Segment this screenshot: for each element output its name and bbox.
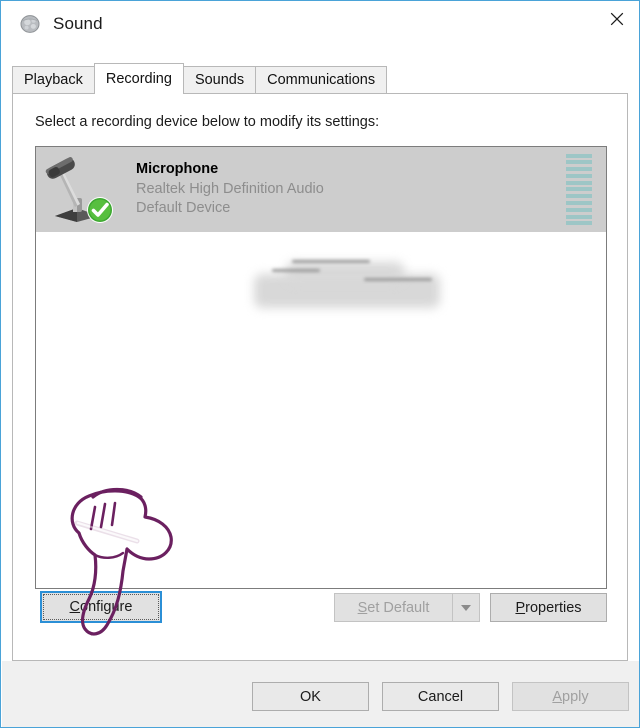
volume-meter <box>566 153 592 226</box>
device-name: Microphone <box>136 161 219 178</box>
tab-recording[interactable]: Recording <box>93 63 184 94</box>
chevron-down-icon <box>461 604 471 611</box>
configure-button-label: Configure <box>43 594 159 620</box>
configure-button[interactable]: Configure <box>40 591 162 623</box>
set-default-dropdown[interactable] <box>452 593 480 622</box>
cancel-button[interactable]: Cancel <box>382 682 499 711</box>
recording-tab-panel: Select a recording device below to modif… <box>12 93 628 661</box>
meter-segment <box>566 160 592 165</box>
ok-button-label: OK <box>300 688 321 705</box>
meter-segment <box>566 153 592 158</box>
configure-accel: C <box>69 599 81 615</box>
tab-playback-label: Playback <box>24 72 83 88</box>
tab-sounds[interactable]: Sounds <box>182 66 257 93</box>
meter-segment <box>566 187 592 192</box>
meter-segment <box>566 167 592 172</box>
meter-segment <box>566 180 592 185</box>
device-text-block: Microphone Realtek High Definition Audio… <box>136 160 566 218</box>
window-title: Sound <box>53 14 103 33</box>
tab-bar: Playback Recording Sounds Communications <box>12 63 388 94</box>
sound-speaker-icon <box>19 13 41 35</box>
cancel-button-label: Cancel <box>417 688 464 705</box>
meter-segment <box>566 207 592 212</box>
set-default-split-button[interactable]: Set Default <box>334 593 480 622</box>
set-default-label-rest: et Default <box>367 599 430 616</box>
apply-button: Apply <box>512 682 629 711</box>
recording-device-list[interactable]: Microphone Realtek High Definition Audio… <box>35 146 607 589</box>
microphone-icon <box>42 152 118 228</box>
redacted-list-item <box>254 252 444 314</box>
device-driver: Realtek High Definition Audio <box>136 180 324 197</box>
apply-label-rest: pply <box>562 688 589 705</box>
instruction-text: Select a recording device below to modif… <box>35 114 380 130</box>
dialog-footer: OK Cancel Apply <box>2 661 639 727</box>
list-item[interactable]: Microphone Realtek High Definition Audio… <box>36 147 606 232</box>
meter-segment <box>566 201 592 206</box>
ok-button[interactable]: OK <box>252 682 369 711</box>
set-default-accel: S <box>357 599 368 616</box>
tab-sounds-label: Sounds <box>194 72 245 88</box>
properties-accel: P <box>515 599 526 616</box>
default-device-check-icon <box>87 196 113 223</box>
tab-recording-label: Recording <box>105 71 172 87</box>
configure-label-rest: onfigure <box>80 599 133 615</box>
device-status: Default Device <box>136 200 231 217</box>
tab-communications[interactable]: Communications <box>255 66 388 93</box>
tab-communications-label: Communications <box>267 72 376 88</box>
meter-segment <box>566 221 592 226</box>
properties-label-rest: roperties <box>525 599 582 616</box>
apply-accel: A <box>552 688 563 705</box>
sound-dialog-window: Sound Playback Recording Sounds Communic… <box>0 0 640 728</box>
meter-segment <box>566 214 592 219</box>
set-default-button: Set Default <box>334 593 452 622</box>
meter-segment <box>566 194 592 199</box>
title-bar: Sound <box>2 2 639 46</box>
close-icon[interactable] <box>594 2 639 36</box>
meter-segment <box>566 173 592 178</box>
properties-button[interactable]: Properties <box>490 593 607 622</box>
tab-playback[interactable]: Playback <box>12 66 95 93</box>
